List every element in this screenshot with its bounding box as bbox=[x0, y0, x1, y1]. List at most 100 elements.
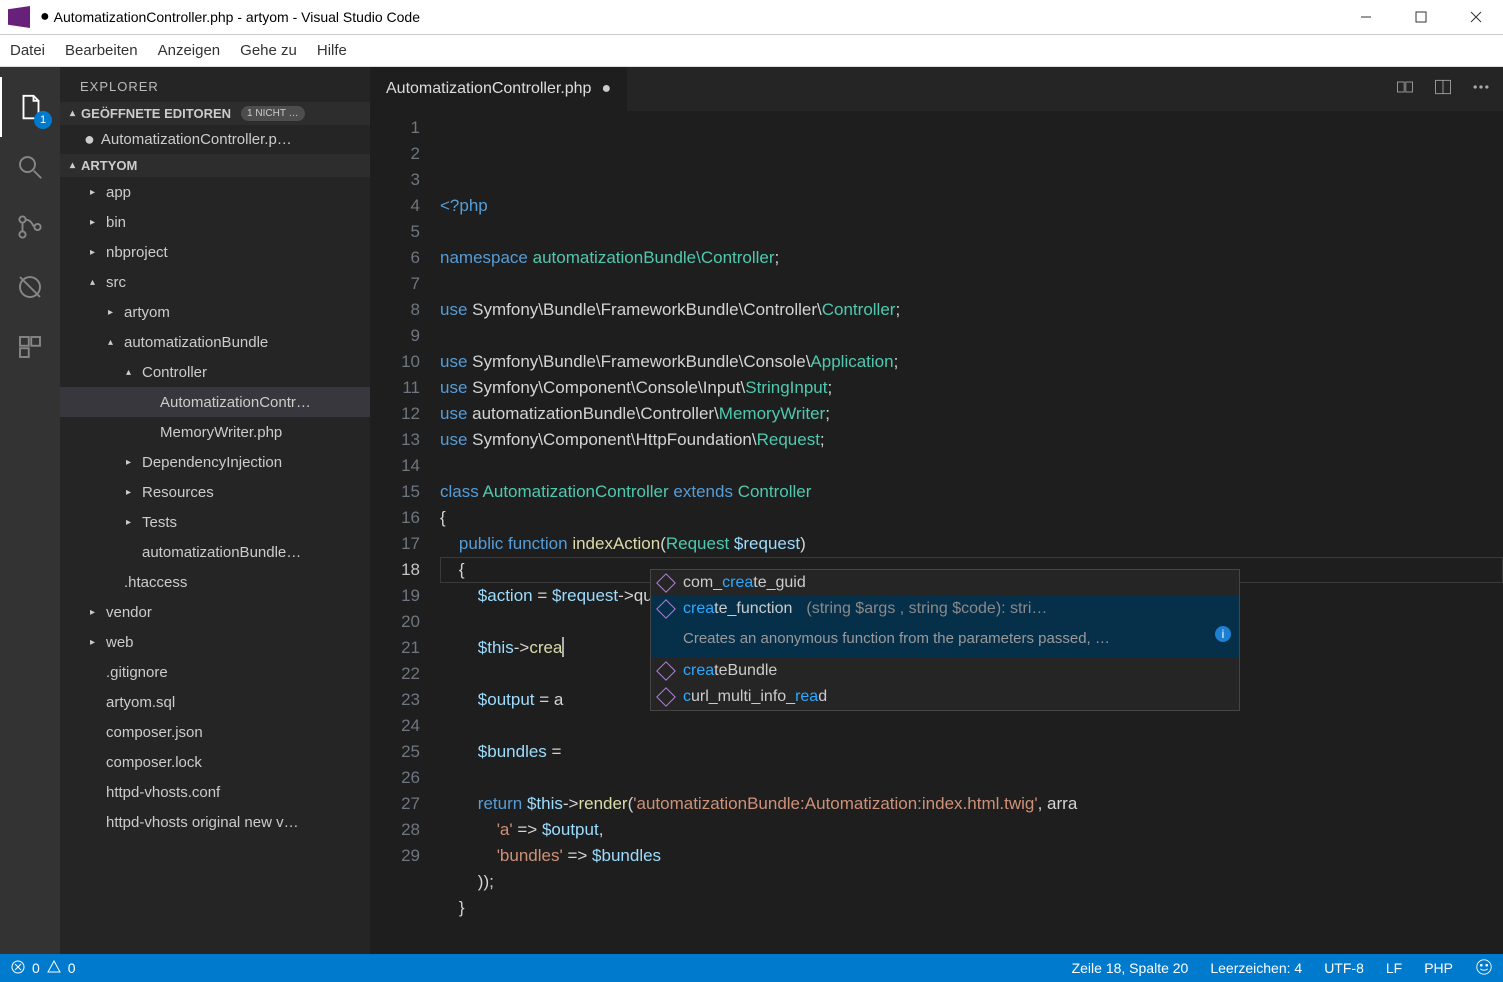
sidebar-title: EXPLORER bbox=[60, 67, 370, 102]
symbol-method-icon bbox=[656, 661, 676, 681]
workspace-name: ARTYOM bbox=[81, 158, 137, 173]
tree-item[interactable]: ▴Controller bbox=[60, 357, 370, 387]
chevron-right-icon: ▸ bbox=[90, 637, 102, 648]
tree-item-label: artyom bbox=[124, 304, 170, 321]
line-gutter: 1234567891011121314151617181920212223242… bbox=[370, 111, 440, 954]
tree-item-label: web bbox=[106, 634, 134, 651]
section-open-editors[interactable]: ▴ GEÖFFNETE EDITOREN 1 NICHT … bbox=[60, 102, 370, 125]
tree-item-label: httpd-vhosts.conf bbox=[106, 784, 220, 801]
tree-item[interactable]: ▸httpd-vhosts original new v… bbox=[60, 807, 370, 837]
tree-item[interactable]: ▸composer.lock bbox=[60, 747, 370, 777]
tree-item-label: .htaccess bbox=[124, 574, 187, 591]
more-actions-icon[interactable] bbox=[1471, 77, 1491, 102]
tree-item-label: vendor bbox=[106, 604, 152, 621]
tree-item[interactable]: ▸MemoryWriter.php bbox=[60, 417, 370, 447]
tree-item-label: composer.json bbox=[106, 724, 203, 741]
tree-item-label: src bbox=[106, 274, 126, 291]
tree-item-label: artyom.sql bbox=[106, 694, 175, 711]
activity-debug[interactable] bbox=[0, 257, 60, 317]
code-editor[interactable]: 1234567891011121314151617181920212223242… bbox=[370, 111, 1503, 954]
chevron-right-icon: ▸ bbox=[90, 247, 102, 258]
tree-item[interactable]: ▸DependencyInjection bbox=[60, 447, 370, 477]
tab-label: AutomatizationController.php bbox=[386, 80, 591, 98]
activity-explorer[interactable]: 1 bbox=[0, 77, 60, 137]
autocomplete-item[interactable]: curl_multi_info_read bbox=[651, 684, 1239, 710]
status-eol[interactable]: LF bbox=[1386, 960, 1402, 976]
chevron-down-icon: ▴ bbox=[70, 160, 75, 171]
editor-area: AutomatizationController.php ● 123456789… bbox=[370, 67, 1503, 954]
tree-item[interactable]: ▸app bbox=[60, 177, 370, 207]
split-editor-icon[interactable] bbox=[1433, 77, 1453, 102]
minimize-button[interactable] bbox=[1338, 0, 1393, 35]
tree-item[interactable]: ▸Tests bbox=[60, 507, 370, 537]
menu-goto[interactable]: Gehe zu bbox=[240, 42, 297, 59]
info-icon[interactable]: i bbox=[1215, 626, 1231, 642]
feedback-icon[interactable] bbox=[1475, 958, 1493, 979]
activity-scm[interactable] bbox=[0, 197, 60, 257]
tree-item-label: AutomatizationContr… bbox=[160, 394, 311, 411]
activity-bar: 1 bbox=[0, 67, 60, 954]
close-window-button[interactable] bbox=[1448, 0, 1503, 35]
code-content[interactable]: <?phpnamespace automatizationBundle\Cont… bbox=[440, 111, 1503, 954]
autocomplete-item[interactable]: com_create_guid bbox=[651, 570, 1239, 596]
maximize-button[interactable] bbox=[1393, 0, 1448, 35]
unsaved-badge: 1 NICHT … bbox=[241, 106, 305, 121]
menu-file[interactable]: Datei bbox=[10, 42, 45, 59]
chevron-right-icon: ▸ bbox=[126, 487, 138, 498]
menu-help[interactable]: Hilfe bbox=[317, 42, 347, 59]
tree-item[interactable]: ▸.htaccess bbox=[60, 567, 370, 597]
tree-item-label: nbproject bbox=[106, 244, 168, 261]
tree-item[interactable]: ▸bin bbox=[60, 207, 370, 237]
tree-item-label: composer.lock bbox=[106, 754, 202, 771]
tree-item[interactable]: ▸ artyom bbox=[60, 297, 370, 327]
tab-active[interactable]: AutomatizationController.php ● bbox=[370, 67, 628, 111]
status-encoding[interactable]: UTF-8 bbox=[1324, 960, 1364, 976]
tree-item[interactable]: ▸Resources bbox=[60, 477, 370, 507]
tree-item[interactable]: ▸vendor bbox=[60, 597, 370, 627]
tree-item[interactable]: ▸ nbproject bbox=[60, 237, 370, 267]
tree-item[interactable]: ▸ web bbox=[60, 627, 370, 657]
warnings-count[interactable]: 0 bbox=[68, 960, 76, 976]
tree-item[interactable]: ▸httpd-vhosts.conf bbox=[60, 777, 370, 807]
chevron-right-icon: ▸ bbox=[108, 307, 120, 318]
compare-changes-icon[interactable] bbox=[1395, 77, 1415, 102]
tree-item[interactable]: ▸.gitignore bbox=[60, 657, 370, 687]
tree-item[interactable]: ▴ automatizationBundle bbox=[60, 327, 370, 357]
open-editor-label: AutomatizationController.p… bbox=[101, 131, 292, 148]
status-cursor-pos[interactable]: Zeile 18, Spalte 20 bbox=[1072, 960, 1189, 976]
section-open-editors-label: GEÖFFNETE EDITOREN bbox=[81, 106, 231, 121]
tree-item-label: automatizationBundle bbox=[124, 334, 268, 351]
chevron-down-icon: ▴ bbox=[108, 337, 120, 348]
chevron-down-icon: ▴ bbox=[126, 367, 138, 378]
menu-view[interactable]: Anzeigen bbox=[158, 42, 221, 59]
status-indent[interactable]: Leerzeichen: 4 bbox=[1210, 960, 1302, 976]
tab-dirty-icon: ● bbox=[601, 80, 611, 98]
sidebar: EXPLORER ▴ GEÖFFNETE EDITOREN 1 NICHT … … bbox=[60, 67, 370, 954]
activity-search[interactable] bbox=[0, 137, 60, 197]
section-workspace[interactable]: ▴ ARTYOM bbox=[60, 154, 370, 177]
autocomplete-item[interactable]: createBundle bbox=[651, 658, 1239, 684]
unsaved-dot-icon: ● bbox=[40, 8, 50, 26]
tree-item[interactable]: ▸artyom.sql bbox=[60, 687, 370, 717]
open-editor-item[interactable]: ● AutomatizationController.p… bbox=[60, 125, 370, 154]
errors-icon[interactable] bbox=[10, 959, 26, 978]
tree-item-label: Tests bbox=[142, 514, 177, 531]
tree-item[interactable]: ▴src bbox=[60, 267, 370, 297]
autocomplete-item-selected[interactable]: create_function (string $args , string $… bbox=[651, 596, 1239, 622]
file-tree: ▸app▸bin▸nbproject▴src▸artyom▴automatiza… bbox=[60, 177, 370, 954]
tree-item-label: automatizationBundle… bbox=[142, 544, 301, 561]
menu-edit[interactable]: Bearbeiten bbox=[65, 42, 138, 59]
tab-bar: AutomatizationController.php ● bbox=[370, 67, 1503, 111]
activity-extensions[interactable] bbox=[0, 317, 60, 377]
tree-item[interactable]: ▸AutomatizationContr… bbox=[60, 387, 370, 417]
tree-item[interactable]: ▸automatizationBundle… bbox=[60, 537, 370, 567]
autocomplete-description: Creates an anonymous function from the p… bbox=[651, 622, 1239, 658]
errors-count[interactable]: 0 bbox=[32, 960, 40, 976]
chevron-right-icon: ▸ bbox=[126, 457, 138, 468]
warnings-icon[interactable] bbox=[46, 959, 62, 978]
autocomplete-popup: com_create_guid create_function (string … bbox=[650, 569, 1240, 711]
status-language[interactable]: PHP bbox=[1424, 960, 1453, 976]
menu-bar: Datei Bearbeiten Anzeigen Gehe zu Hilfe bbox=[0, 35, 1503, 67]
symbol-method-icon bbox=[656, 573, 676, 593]
tree-item[interactable]: ▸composer.json bbox=[60, 717, 370, 747]
